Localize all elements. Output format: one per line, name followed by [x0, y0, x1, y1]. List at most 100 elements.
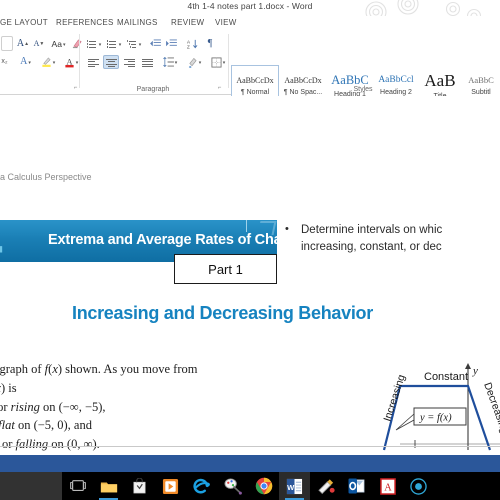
group-separator — [228, 34, 229, 88]
windows-taskbar: W A — [0, 472, 500, 500]
tab-review[interactable]: REVIEW — [171, 18, 204, 27]
align-right-icon — [123, 58, 135, 67]
paragraph-dialog-launcher[interactable]: ⌐ — [216, 85, 223, 92]
banner-corner-accent — [257, 221, 277, 235]
style-preview: AaBbCcDx — [284, 75, 322, 85]
taskbar-internet-explorer[interactable] — [186, 472, 217, 500]
grow-font-button[interactable]: A ▲ — [16, 36, 30, 51]
svg-text:A: A — [66, 57, 72, 66]
borders-button[interactable]: ▾ — [208, 55, 228, 69]
start-area[interactable] — [0, 472, 62, 500]
style-preview: AaBbCcDx — [236, 75, 274, 85]
highlight-icon — [42, 56, 51, 67]
tab-references[interactable]: REFERENCES — [56, 18, 114, 27]
decrease-indent-icon — [149, 39, 161, 47]
chrome-icon — [255, 477, 272, 495]
word-icon: W — [286, 478, 303, 494]
multilevel-list-button[interactable]: ▾ — [125, 36, 143, 51]
font-color-button[interactable]: A ▾ — [61, 54, 81, 69]
folder-icon — [100, 481, 117, 492]
taskbar-media-player[interactable] — [155, 472, 186, 500]
label-constant: Constant — [424, 371, 468, 383]
taskbar-snagit[interactable] — [310, 472, 341, 500]
sort-button[interactable]: A Z — [185, 36, 199, 51]
bullets-button[interactable]: ▾ — [85, 36, 103, 51]
body-line-3: ing or rising on (−∞, −5), — [0, 399, 106, 414]
styles-group-label: Styles — [353, 86, 373, 93]
taskbar-file-explorer[interactable] — [93, 472, 124, 500]
subscript-icon: x₂ — [1, 58, 8, 65]
part-textbox[interactable]: Part 1 — [174, 254, 277, 284]
label-function: y = f(x) — [419, 413, 452, 424]
align-right-button[interactable] — [121, 55, 137, 69]
clear-formatting-icon — [72, 39, 82, 49]
tab-mailings[interactable]: MAILINGS — [117, 18, 158, 27]
pilcrow-icon: ¶ — [207, 38, 213, 49]
taskbar-acrobat-reader[interactable]: A — [372, 472, 403, 500]
justify-button[interactable] — [139, 55, 155, 69]
tab-view[interactable]: VIEW — [215, 18, 237, 27]
list-item: • Determine intervals on whic — [285, 222, 500, 239]
section-heading: Increasing and Decreasing Behavior — [72, 303, 373, 323]
store-icon — [133, 478, 146, 494]
objectives-list: • Determine intervals on whic increasing… — [285, 222, 500, 255]
font-size-box[interactable] — [1, 36, 13, 51]
y-axis-arrow — [465, 363, 471, 369]
taskbar-windows-store[interactable] — [124, 472, 155, 500]
body-line-4: t or flat on (−5, 0), and — [0, 418, 92, 433]
document-horizontal-rule — [0, 446, 500, 447]
label-decreasing: Decreasing — [481, 381, 500, 435]
sort-icon: A Z — [187, 39, 197, 49]
grow-font-icon: A — [16, 38, 25, 49]
ribbon: A ▲ A ▼ Aa ▾ x₂ A ▾ ▾ A ▾ ⌐ ▾ ▾ ▾ A Z ¶ … — [0, 32, 500, 107]
align-center-button[interactable] — [103, 55, 119, 69]
clear-formatting-button[interactable] — [70, 36, 84, 51]
svg-text:Z: Z — [187, 44, 190, 48]
body-line-5: sing or falling on (0, ∞). — [0, 437, 100, 451]
align-left-button[interactable] — [85, 55, 101, 69]
callout-leader — [395, 413, 415, 431]
numbering-icon — [106, 39, 118, 48]
lesson-title: Extrema and Average Rates of Change — [48, 232, 277, 248]
shrink-font-button[interactable]: A ▼ — [32, 36, 46, 51]
multilevel-list-icon — [126, 39, 138, 48]
bullet-icon: • — [285, 223, 289, 235]
paint-icon — [224, 477, 242, 495]
show-formatting-marks-button[interactable]: ¶ — [203, 36, 217, 51]
text-effects-button[interactable]: A ▾ — [16, 54, 35, 69]
title-bar: 4th 1-4 notes part 1.docx - Word — [0, 0, 500, 16]
taskbar-paint[interactable] — [217, 472, 248, 500]
document-header-text: a Calculus Perspective — [0, 172, 92, 182]
numbering-button[interactable]: ▾ — [105, 36, 123, 51]
taskbar-chrome[interactable] — [248, 472, 279, 500]
body-line-1: the graph of f(x) shown. As you move fro… — [0, 362, 198, 376]
paragraph-group-label: Paragraph — [136, 86, 170, 93]
line-spacing-button[interactable]: ▾ — [160, 55, 180, 69]
text-effects-icon: A — [20, 56, 28, 67]
taskbar-outlook[interactable] — [341, 472, 372, 500]
decrease-indent-button[interactable] — [148, 36, 162, 51]
taskbar-word[interactable]: W — [279, 472, 310, 500]
text-highlight-button[interactable]: ▾ — [38, 54, 58, 69]
document-canvas[interactable]: a Calculus Perspective 4 Extrema and Ave… — [0, 96, 500, 455]
taskbar-screen-recorder[interactable] — [403, 472, 434, 500]
tab-page-layout[interactable]: GE LAYOUT — [0, 18, 48, 27]
objective-line-1: Determine intervals on whic — [301, 224, 443, 236]
change-case-button[interactable]: Aa ▾ — [49, 36, 68, 51]
subscript-button[interactable]: x₂ — [0, 54, 11, 69]
style-preview: AaBbCcl — [378, 74, 414, 85]
snagit-icon — [317, 478, 335, 494]
align-center-icon — [105, 58, 117, 67]
body-paragraph: the graph of f(x) shown. As you move fro… — [0, 360, 278, 454]
increase-indent-button[interactable] — [164, 36, 178, 51]
font-dialog-launcher[interactable]: ⌐ — [72, 85, 79, 92]
shading-button[interactable]: ▾ — [184, 55, 204, 69]
function-graph-figure: y Increasing Constant Decreasing y = f(x… — [381, 363, 500, 451]
word-status-bar — [0, 455, 500, 472]
body-line-2: t, f(x) is — [0, 380, 17, 395]
taskbar-task-view[interactable] — [62, 472, 93, 500]
internet-explorer-icon — [193, 478, 210, 493]
objective-line-2: increasing, constant, or dec — [301, 240, 442, 253]
decorative-circles-watermark — [365, 0, 482, 16]
label-increasing: Increasing — [381, 373, 407, 423]
